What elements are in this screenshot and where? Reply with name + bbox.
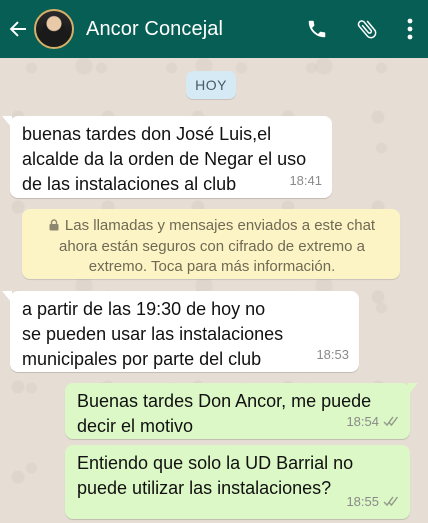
- menu-button[interactable]: [392, 0, 428, 58]
- message-time: 18:55: [346, 494, 379, 509]
- double-check-icon: [383, 416, 399, 427]
- message-bubble-incoming[interactable]: a partir de las 19:30 de hoy no se puede…: [2, 291, 359, 372]
- message-bubble-outgoing[interactable]: Buenas tardes Don Ancor, me puede decir …: [65, 383, 418, 439]
- more-vert-icon: [407, 18, 413, 40]
- encryption-notice-text: Las llamadas y mensajes enviados a este …: [58, 217, 376, 275]
- avatar[interactable]: [34, 9, 74, 49]
- encryption-notice[interactable]: Las llamadas y mensajes enviados a este …: [22, 209, 400, 279]
- paperclip-icon: [357, 20, 377, 39]
- message-time: 18:54: [346, 414, 379, 429]
- bubble-tail: [2, 291, 12, 303]
- message-time-container: 18:54: [346, 409, 400, 434]
- chat-header: Ancor Concejal: [0, 0, 428, 58]
- back-button[interactable]: [4, 0, 32, 58]
- call-button[interactable]: [292, 0, 342, 58]
- phone-icon: [308, 20, 326, 38]
- date-chip: HOY: [186, 71, 236, 99]
- lock-icon: [49, 217, 59, 237]
- message-time-container: 18:41: [289, 168, 322, 193]
- bubble-tail: [408, 383, 418, 395]
- message-time-container: 18:53: [316, 342, 349, 367]
- contact-name[interactable]: Ancor Concejal: [86, 18, 292, 41]
- bubble-tail: [2, 116, 12, 128]
- back-arrow-icon: [9, 21, 26, 37]
- message-text: buenas tardes don José Luis,el alcalde d…: [22, 124, 307, 194]
- message-bubble-outgoing[interactable]: Entiendo que solo la UD Barrial no puede…: [65, 445, 410, 519]
- message-time-container: 18:55: [346, 489, 400, 514]
- message-text: a partir de las 19:30 de hoy no se puede…: [22, 299, 284, 369]
- message-time: 18:41: [289, 173, 322, 188]
- message-bubble-incoming[interactable]: buenas tardes don José Luis,el alcalde d…: [2, 116, 332, 198]
- double-check-icon: [383, 496, 399, 507]
- message-time: 18:53: [316, 347, 349, 362]
- attach-button[interactable]: [342, 0, 392, 58]
